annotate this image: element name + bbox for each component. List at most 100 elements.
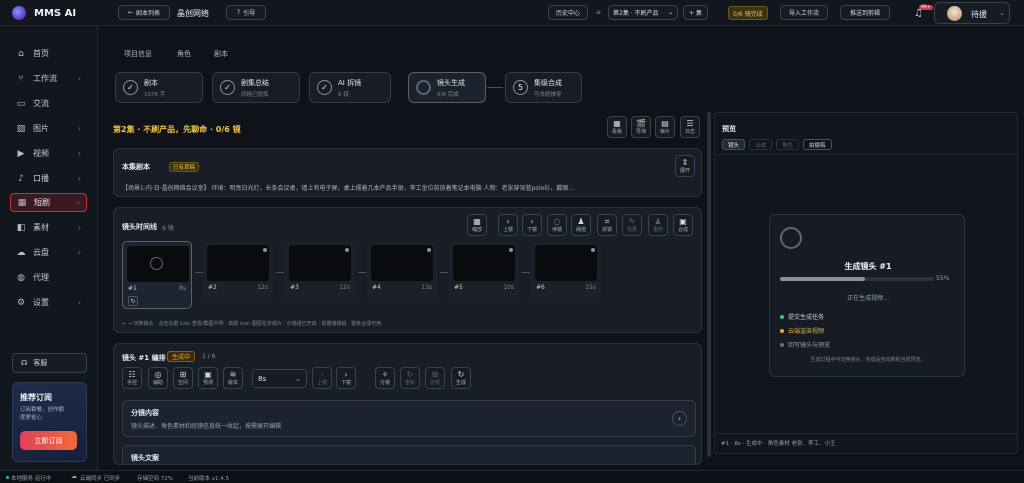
next-shot-button[interactable]: › 下镜 — [522, 214, 542, 236]
home-icon: ⌂ — [18, 48, 24, 59]
next-section[interactable]: 镜头文案 — [122, 445, 696, 464]
episode-select[interactable]: 第2集 · 不刷产品 ⌄ — [608, 5, 678, 20]
shot-thumbnail[interactable]: #4 13s — [367, 241, 437, 303]
status-dot-pending — [780, 342, 784, 347]
regenerate-button[interactable]: ↻ 重新 — [400, 367, 420, 389]
shot-thumbnail[interactable]: #6 15s — [531, 241, 601, 303]
import-workflow-button[interactable]: 导入工作流 — [780, 5, 828, 20]
threshold-button[interactable]: ♟ 阈值 — [571, 214, 591, 236]
chevron-down-icon: ⌄ — [667, 9, 673, 16]
checklist-item-submit: 提交生成任务 — [780, 312, 824, 321]
sidebar-item-6[interactable]: ▦ 短剧 › — [10, 193, 87, 212]
step-episode-summary[interactable]: ✓ 剧集总结 风格已提炼 — [212, 72, 300, 103]
editor-prev-button[interactable]: ‹ 上镜 — [312, 367, 332, 389]
main-scrollbar[interactable] — [707, 112, 711, 457]
tab-script[interactable]: 剧本 — [214, 49, 228, 59]
pending-button[interactable]: ◌ 待镜 — [547, 214, 567, 236]
sidebar-item-0[interactable]: ⌂ 首页 — [10, 44, 87, 63]
sidebar-item-1[interactable]: ⑂ 工作流 › — [10, 69, 87, 88]
status-dot-done — [780, 314, 784, 319]
push-to-edit-button[interactable]: 推送到剪辑 — [840, 5, 890, 20]
sidebar-item-5[interactable]: ♪ 口播 › — [10, 169, 87, 188]
expand-button[interactable]: ⇕ 展开 — [675, 155, 695, 177]
space-button[interactable]: ⊞ 空间 — [173, 367, 193, 389]
generation-status: 正在生成视频... — [847, 295, 889, 302]
shot-number: #6 — [536, 284, 545, 291]
step-ai-split[interactable]: ✓ AI 拆镜 6 镜 — [309, 72, 391, 103]
tool-label: 辅助 — [152, 379, 163, 386]
batch-button[interactable]: ✎ 批量 — [622, 214, 642, 236]
shot-thumbnail[interactable]: #2 12s — [203, 241, 273, 303]
timeline-title: 镜头时间线 — [122, 223, 157, 231]
status-dot-active — [780, 328, 784, 333]
sidebar-item-7[interactable]: ◧ 素材 › — [10, 218, 87, 237]
chevron-right-icon[interactable]: › — [672, 411, 687, 426]
director-button[interactable]: 🎬 导演 — [631, 116, 651, 138]
shot-thumbnail[interactable]: #3 12s — [285, 241, 355, 303]
compose-button[interactable]: ▣ 合成 — [673, 214, 693, 236]
storyboard-button[interactable]: ✧ 分镜 — [375, 367, 395, 389]
preview-tab-compose[interactable]: 合成 — [749, 139, 773, 150]
progress-track — [780, 277, 934, 281]
review-button[interactable]: ▤ 审片 — [655, 116, 675, 138]
app-name: MMS AI — [34, 8, 77, 19]
preview-tab-shot[interactable]: 镜头 — [722, 139, 746, 150]
content-section[interactable]: 分镜内容 镜头描述、角色素材和组镜信息统一收起，按需展开编辑 › — [122, 400, 696, 437]
tab-project-info[interactable]: 项目信息 — [124, 49, 152, 59]
status-dot — [591, 248, 595, 252]
split-button[interactable]: ⌗ 拆镜 — [597, 214, 617, 236]
sidebar-item-10[interactable]: ⚙ 设置 › — [10, 293, 87, 312]
history-button[interactable]: 历史中心 — [548, 5, 588, 20]
prev-shot-button[interactable]: ‹ 上镜 — [498, 214, 518, 236]
shot-thumbnail[interactable]: #5 10s — [449, 241, 519, 303]
step-script[interactable]: ✓ 剧本 1076 字 — [115, 72, 203, 103]
timeline-hint: ← → 切换镜头 · 点击右键 icon 查看/截图不明 · 高颜 icon 图… — [122, 321, 382, 327]
sidebar-item-9[interactable]: ◍ 代理 — [10, 268, 87, 287]
chevron-right-icon: › — [76, 198, 80, 207]
guide-button[interactable]: ? 引导 — [226, 5, 266, 20]
sidebar-item-label: 素材 — [33, 223, 49, 232]
generate-button[interactable]: ↻ 生成 — [451, 367, 471, 389]
status-dot — [509, 248, 513, 252]
version-button[interactable]: ≋ 版本 — [223, 367, 243, 389]
board-button[interactable]: ▦ 看板 — [607, 116, 627, 138]
chevron-down-icon: ⌄ — [295, 375, 301, 383]
log-button[interactable]: ☰ 日志 — [680, 116, 700, 138]
tab-characters[interactable]: 角色 — [177, 49, 191, 59]
preview-tab-character[interactable]: 角色 — [776, 139, 800, 150]
shot-thumbnail[interactable]: ↻ #1 8s — [122, 241, 192, 309]
duration-select[interactable]: 8s ⌄ — [252, 369, 307, 388]
avatar — [947, 6, 962, 21]
sidebar-item-2[interactable]: ▭ 交流 — [10, 94, 87, 113]
top-bar: MMS AI ← 剧本列表 晶创网络 ? 引导 历史中心 ≡ 第2集 · 不刷产… — [0, 0, 1024, 26]
rename-button[interactable]: ♟ 重命 — [648, 214, 668, 236]
tool-label: 阈值 — [575, 226, 586, 233]
assist-button[interactable]: ◎ 辅助 — [148, 367, 168, 389]
back-button[interactable]: ← 剧本列表 — [118, 5, 170, 20]
cloud-status: 云端同步 已同步 — [80, 476, 121, 482]
shot-editor-card: 镜头 #1 编排 生成中 1 / 6 8s ⌄ 分镜内容 镜头描述、角色素材和组… — [113, 343, 702, 465]
subscribe-button[interactable]: 立即订阅 — [20, 431, 77, 450]
preview-footer-divider — [715, 433, 1017, 434]
manual-button[interactable]: ☷ 手控 — [122, 367, 142, 389]
user-menu[interactable]: 待援 ⌄ — [934, 2, 1010, 24]
editor-next-button[interactable]: › 下镜 — [336, 367, 356, 389]
step-shot-generation[interactable]: 镜头生成 0/6 完成 — [408, 72, 486, 103]
chevron-right-icon: › — [77, 248, 81, 257]
support-button[interactable]: ☊ 客服 — [12, 353, 87, 373]
notification-bell[interactable]: ♫ 99+ — [910, 4, 933, 22]
sidebar-item-label: 口播 — [33, 174, 49, 183]
refresh-icon[interactable]: ↻ — [128, 296, 138, 306]
zoom-button[interactable]: ▦ 缩放 — [467, 214, 487, 236]
add-episode-button[interactable]: + 集 — [683, 5, 708, 20]
editor-prev-icon: ‹ — [320, 369, 324, 379]
predict-button[interactable]: ▣ 预测 — [198, 367, 218, 389]
sidebar-item-3[interactable]: ▨ 图片 › — [10, 119, 87, 138]
step-episode-compose[interactable]: 5 集级合成 可本剧推导 — [505, 72, 582, 103]
preview-tab-script[interactable]: 拍摄稿 — [803, 139, 832, 150]
sidebar-item-8[interactable]: ☁ 云盘 › — [10, 243, 87, 262]
audio-button[interactable]: ⊞ 音频 — [425, 367, 445, 389]
loading-spinner-icon — [780, 227, 802, 249]
chevron-down-icon: ⌄ — [999, 9, 1005, 17]
sidebar-item-4[interactable]: ▶ 视频 › — [10, 144, 87, 163]
